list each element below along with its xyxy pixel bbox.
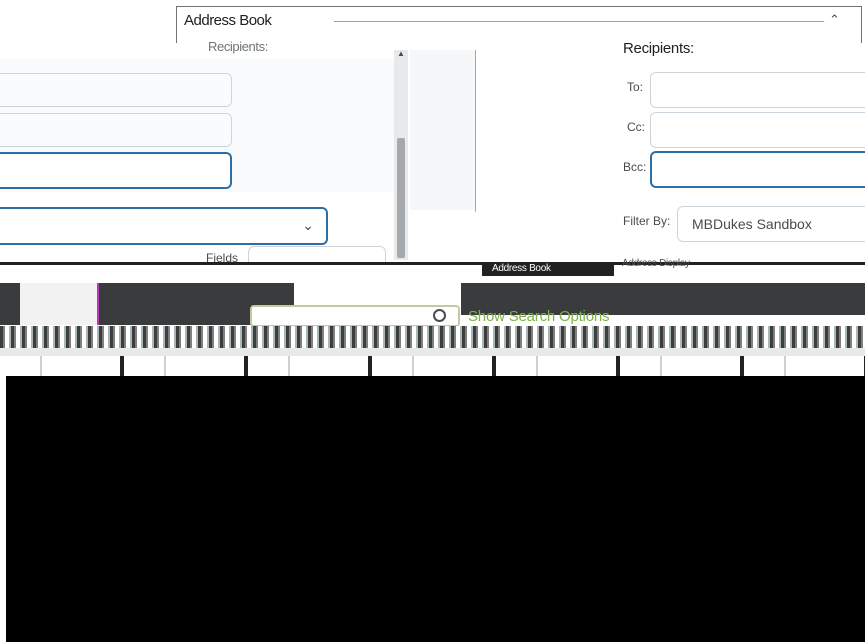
show-search-options-link[interactable]: Show Search Options bbox=[468, 308, 609, 325]
unrendered-area bbox=[0, 376, 865, 642]
left-input-3[interactable] bbox=[0, 152, 232, 189]
to-label: To: bbox=[627, 80, 644, 94]
recipients-left-label: Recipients: bbox=[208, 39, 268, 54]
glitch-block bbox=[20, 283, 97, 325]
to-field[interactable] bbox=[650, 72, 865, 108]
filter-by-label: Filter By: bbox=[623, 214, 671, 228]
bcc-label: Bcc: bbox=[623, 160, 647, 174]
chevron-down-icon: ⌄ bbox=[302, 217, 314, 233]
search-input[interactable] bbox=[250, 305, 460, 327]
filter-by-input[interactable]: MBDukes Sandbox bbox=[677, 206, 865, 242]
cc-label: Cc: bbox=[627, 120, 645, 134]
dialog-title: Address Book bbox=[184, 12, 272, 29]
left-input-2[interactable] bbox=[0, 113, 232, 147]
chevron-up-icon[interactable]: ⌃ bbox=[829, 12, 840, 28]
recipients-heading: Recipients: bbox=[623, 40, 694, 57]
bcc-field[interactable] bbox=[650, 151, 865, 188]
address-display-label: Address Display bbox=[622, 258, 690, 269]
middle-list[interactable] bbox=[475, 50, 607, 212]
scrollbar-thumb[interactable] bbox=[397, 138, 405, 258]
render-noise bbox=[0, 348, 865, 356]
address-book-dropdown[interactable]: Address Book bbox=[482, 262, 614, 276]
left-select[interactable]: ⌄ bbox=[0, 207, 328, 245]
render-noise bbox=[0, 356, 865, 376]
scroll-up-arrow-icon[interactable]: ▲ bbox=[397, 49, 405, 58]
band-row bbox=[0, 265, 865, 283]
left-input-1[interactable] bbox=[0, 73, 232, 107]
title-divider bbox=[334, 21, 824, 22]
address-book-dialog-frame bbox=[176, 6, 862, 43]
cc-field[interactable] bbox=[650, 112, 865, 148]
search-icon[interactable] bbox=[433, 309, 446, 322]
unrendered-edge bbox=[0, 376, 6, 642]
render-noise bbox=[0, 326, 865, 348]
glitch-block bbox=[0, 283, 20, 325]
